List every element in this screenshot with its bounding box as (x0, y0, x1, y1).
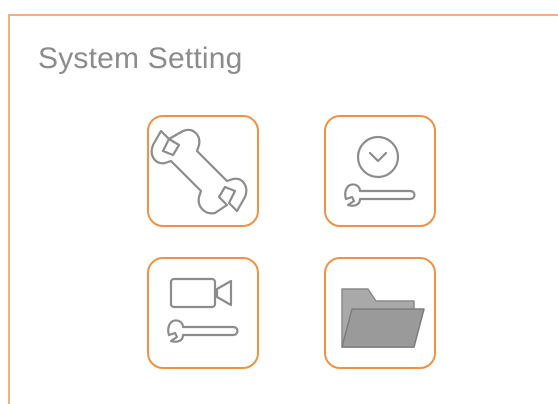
general-tools-button[interactable] (147, 115, 259, 227)
camera-settings-button[interactable] (147, 257, 259, 369)
folder-icon (341, 288, 425, 348)
system-setting-panel: System Setting (8, 14, 558, 404)
storage-settings-button[interactable] (324, 257, 436, 369)
page-title: System Setting (38, 42, 243, 75)
clock-wrench-icon (344, 135, 416, 207)
wrench-icon (150, 128, 248, 215)
camera-wrench-icon (167, 277, 239, 343)
schedule-settings-button[interactable] (324, 115, 436, 227)
